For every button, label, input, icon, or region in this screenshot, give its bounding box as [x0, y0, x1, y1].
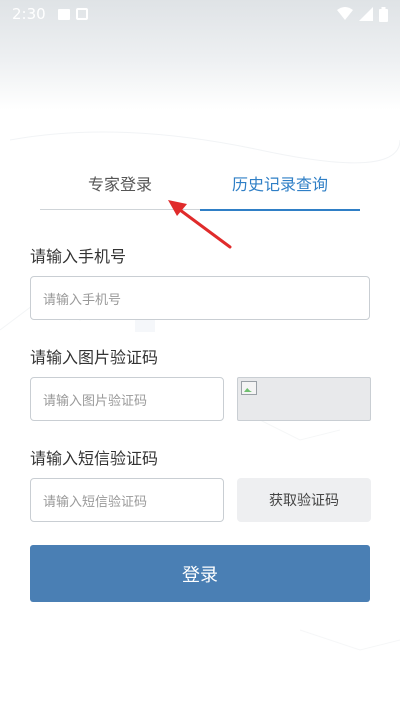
login-button[interactable]: 登录 — [30, 545, 370, 602]
broken-image-icon — [241, 381, 257, 395]
battery-icon — [379, 6, 388, 22]
status-time: 2:30 — [12, 5, 46, 23]
image-notification-icon — [57, 8, 70, 20]
sms-code-input[interactable]: 请输入短信验证码 — [30, 478, 224, 522]
phone-label: 请输入手机号 — [30, 247, 127, 266]
wifi-icon — [337, 7, 353, 20]
red-arrow-annotation — [168, 200, 232, 249]
sms-code-label: 请输入短信验证码 — [30, 449, 159, 468]
image-code-input[interactable]: 请输入图片验证码 — [30, 377, 224, 421]
image-code-label: 请输入图片验证码 — [30, 348, 159, 367]
captcha-image[interactable] — [237, 377, 371, 421]
status-bar: 2:30 — [0, 0, 400, 28]
get-code-button[interactable]: 获取验证码 — [237, 478, 371, 522]
phone-input[interactable]: 请输入手机号 — [30, 276, 370, 320]
app-notification-icon — [75, 8, 88, 20]
signal-icon — [359, 7, 373, 21]
